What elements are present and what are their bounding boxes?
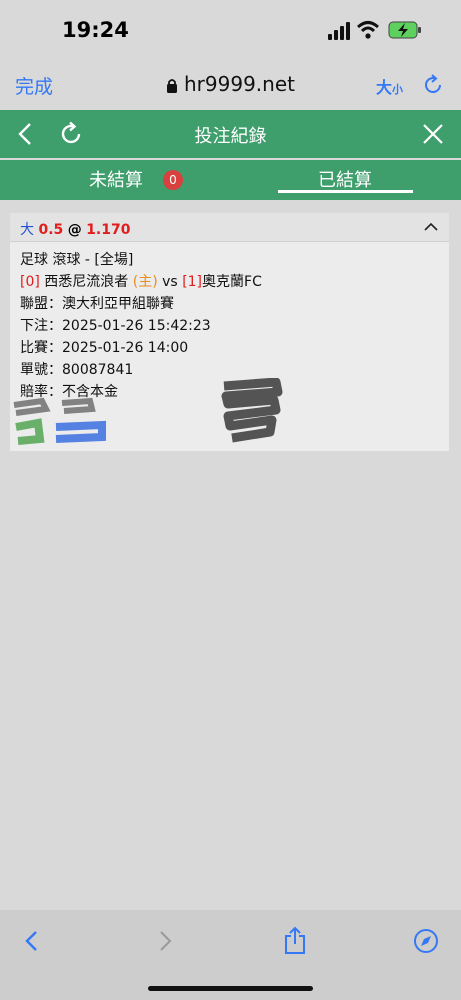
ticket-label: 單號： <box>20 362 62 378</box>
wifi-icon <box>357 21 379 39</box>
placed-label: 下注： <box>20 318 62 334</box>
ticket-row: 單號：80087841 <box>20 359 133 379</box>
done-button[interactable]: 完成 <box>15 72 53 99</box>
compass-icon[interactable] <box>413 928 439 954</box>
tab-settled-label: 已結算 <box>318 170 372 191</box>
bet-odds: 1.170 <box>86 222 131 238</box>
ticket-value: 80087841 <box>62 362 134 378</box>
unsettled-count-badge: 0 <box>163 170 183 190</box>
page-title: 投注紀錄 <box>194 126 267 147</box>
tab-unsettled[interactable]: 未結算 0 <box>89 166 183 192</box>
battery-charging-icon <box>388 21 421 39</box>
app-header: 投注紀錄 <box>0 110 461 158</box>
league-label: 聯盟： <box>20 296 62 312</box>
tab-settled[interactable]: 已結算 <box>318 166 372 192</box>
browser-url-bar: hr9999.net 完成 大小 <box>0 62 461 110</box>
bet-pick: 大 <box>20 222 34 238</box>
tab-unsettled-label: 未結算 <box>89 170 143 191</box>
text-size-small: 小 <box>392 83 404 96</box>
tab-bar: 未結算 0 已結算 <box>0 160 461 200</box>
home-indicator <box>148 986 313 991</box>
league-row: 聯盟：澳大利亞甲組聯賽 <box>20 293 174 313</box>
bet-pick-summary: 大 0.5 @ 1.170 <box>20 219 130 239</box>
browser-toolbar <box>0 910 461 1000</box>
reload-icon[interactable] <box>422 74 444 96</box>
back-icon[interactable] <box>24 930 40 952</box>
sport-line: 足球 滾球 - [全場] <box>20 252 134 268</box>
share-icon[interactable] <box>283 926 307 954</box>
placed-value: 2025-01-26 15:42:23 <box>62 318 211 334</box>
match-teams: [0] 西悉尼流浪者 (主) vs [1]奧克蘭FC <box>20 271 262 291</box>
chevron-up-icon[interactable] <box>424 222 438 232</box>
status-time: 19:24 <box>62 18 129 42</box>
forward-icon[interactable] <box>157 930 173 952</box>
status-bar: 19:24 <box>0 0 461 62</box>
league-value: 澳大利亞甲組聯賽 <box>62 296 174 312</box>
bet-line: 0.5 <box>38 222 64 238</box>
vs-label: vs <box>162 274 178 290</box>
home-score: [0] <box>20 274 40 290</box>
url-text: hr9999.net <box>184 72 295 96</box>
text-size-button[interactable]: 大小 <box>376 74 403 98</box>
bet-at: @ <box>67 222 82 238</box>
cellular-signal-icon <box>328 22 350 40</box>
away-team: 奧克蘭FC <box>202 274 262 290</box>
redaction-scribble <box>221 378 283 443</box>
text-size-big: 大 <box>376 78 393 97</box>
placed-row: 下注：2025-01-26 15:42:23 <box>20 315 211 335</box>
close-icon[interactable] <box>422 123 444 145</box>
match-time-label: 比賽： <box>20 340 62 356</box>
match-time-value: 2025-01-26 14:00 <box>62 340 189 356</box>
redaction-scribble <box>13 397 106 445</box>
match-time-row: 比賽：2025-01-26 14:00 <box>20 337 188 357</box>
bet-card-header[interactable]: 大 0.5 @ 1.170 <box>10 213 449 242</box>
home-team: 西悉尼流浪者 <box>44 274 129 290</box>
away-score: [1] <box>182 274 203 290</box>
lock-icon <box>167 79 177 93</box>
active-tab-indicator <box>278 190 413 193</box>
home-tag: (主) <box>132 274 158 290</box>
